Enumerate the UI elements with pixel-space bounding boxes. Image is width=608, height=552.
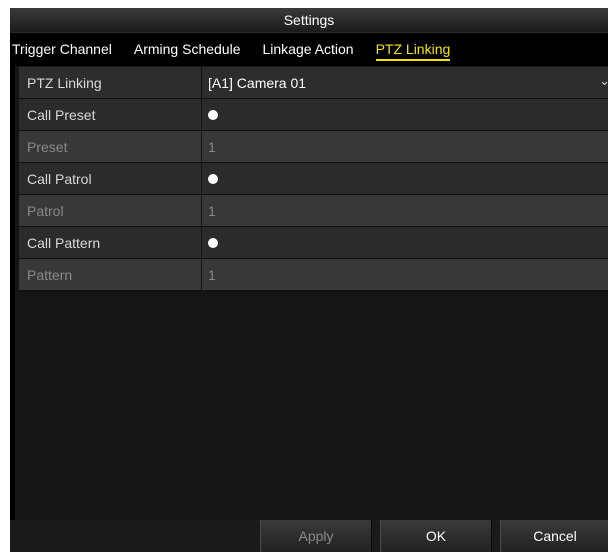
cancel-button[interactable]: Cancel (500, 520, 608, 552)
apply-button[interactable]: Apply (260, 520, 372, 552)
call-preset-row: Call Preset (19, 99, 608, 131)
call-patrol-row: Call Patrol (19, 163, 608, 195)
tab-arming-schedule[interactable]: Arming Schedule (134, 36, 241, 61)
tab-linkage-action[interactable]: Linkage Action (263, 36, 354, 61)
tab-ptz-linking[interactable]: PTZ Linking (375, 36, 451, 61)
pattern-row: Pattern 1 (19, 259, 608, 291)
ptz-linking-row: PTZ Linking [A1] Camera 01 ⌄ (19, 67, 608, 99)
settings-dialog: Settings Trigger Channel Arming Schedule… (10, 8, 608, 552)
settings-table: PTZ Linking [A1] Camera 01 ⌄ Call Preset… (19, 67, 608, 291)
ptz-linking-label: PTZ Linking (19, 67, 202, 98)
call-pattern-row: Call Pattern (19, 227, 608, 259)
preset-field[interactable]: 1 (202, 131, 608, 162)
ok-button[interactable]: OK (380, 520, 492, 552)
patrol-field[interactable]: 1 (202, 195, 608, 226)
call-preset-checkbox[interactable] (208, 109, 218, 120)
pattern-field[interactable]: 1 (202, 259, 608, 290)
pattern-label: Pattern (19, 259, 202, 290)
tab-bar: Trigger Channel Arming Schedule Linkage … (10, 33, 608, 63)
patrol-row: Patrol 1 (19, 195, 608, 227)
call-pattern-label: Call Pattern (19, 227, 202, 258)
call-preset-label: Call Preset (19, 99, 202, 130)
call-patrol-checkbox[interactable] (208, 173, 218, 184)
preset-label: Preset (19, 131, 202, 162)
patrol-label: Patrol (19, 195, 202, 226)
camera-select-value: [A1] Camera 01 (208, 74, 307, 91)
preset-row: Preset 1 (19, 131, 608, 163)
camera-select[interactable]: [A1] Camera 01 ⌄ (202, 67, 608, 98)
chevron-down-icon[interactable]: ⌄ (599, 73, 608, 89)
call-patrol-label: Call Patrol (19, 163, 202, 194)
ptz-linking-panel: PTZ Linking [A1] Camera 01 ⌄ Call Preset… (15, 66, 608, 520)
tab-trigger-channel[interactable]: Trigger Channel (12, 36, 112, 61)
button-bar: Apply OK Cancel (10, 520, 608, 552)
window-title: Settings (10, 8, 608, 33)
call-pattern-checkbox[interactable] (208, 237, 218, 248)
